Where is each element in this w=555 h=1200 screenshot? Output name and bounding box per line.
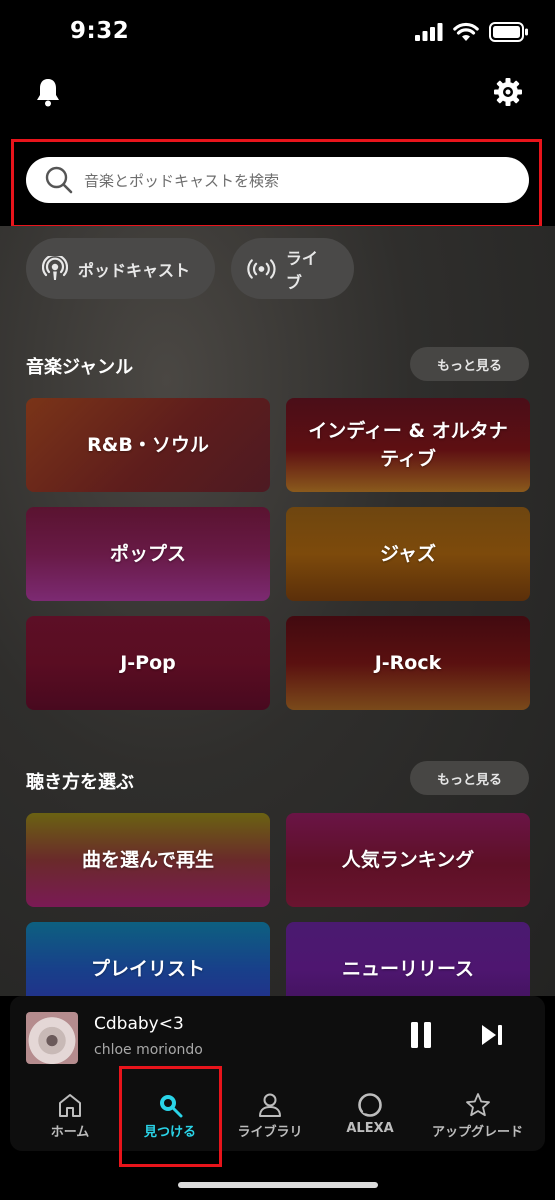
chip-podcast[interactable]: ポッドキャスト [26, 238, 215, 299]
home-icon [59, 1094, 81, 1117]
bell-icon [37, 79, 59, 107]
discover-content[interactable]: ポッドキャスト ライブ 音楽ジャンル もっと見る R&B・ソウル インディー &… [0, 226, 555, 996]
nav-discover-label: 見つける [143, 1125, 196, 1140]
listen-tile-ranking[interactable]: 人気ランキング [286, 813, 530, 907]
track-artist: chloe moriondo [94, 1042, 203, 1058]
chip-podcast-label: ポッドキャスト [78, 260, 191, 280]
genre-tile-indie[interactable]: インディー & オルタナティブ [286, 398, 530, 492]
genre-tile-rnb[interactable]: R&B・ソウル [26, 398, 270, 492]
alexa-icon [358, 1093, 382, 1117]
status-icons [415, 22, 529, 42]
next-track-button[interactable] [480, 1022, 504, 1048]
search-input[interactable]: 音楽とポッドキャストを検索 [26, 157, 529, 203]
search-icon [45, 166, 73, 194]
chip-live[interactable]: ライブ [231, 238, 354, 299]
track-title: Cdbaby<3 [94, 1014, 184, 1034]
album-art [26, 1012, 78, 1064]
wifi-icon [453, 22, 479, 41]
genre-tile-jpop[interactable]: J-Pop [26, 616, 270, 710]
nav-library-label: ライブラリ [237, 1125, 303, 1140]
live-icon [247, 258, 276, 279]
header: 音楽とポッドキャストを検索 [0, 66, 555, 226]
notifications-button[interactable] [32, 74, 64, 110]
person-icon [259, 1093, 281, 1117]
listen-tile-new-release[interactable]: ニューリリース [286, 922, 530, 996]
genres-more-button[interactable]: もっと見る [410, 347, 529, 381]
nav-alexa-label: ALEXA [346, 1121, 394, 1136]
nav-upgrade-label: アップグレード [431, 1125, 523, 1140]
settings-button[interactable] [491, 74, 525, 110]
star-icon [465, 1093, 490, 1117]
pause-button[interactable] [408, 1020, 434, 1050]
nav-home[interactable]: ホーム [20, 1086, 120, 1150]
gear-icon [494, 78, 522, 106]
battery-icon [489, 22, 528, 42]
listen-more-button[interactable]: もっと見る [410, 761, 529, 795]
nav-home-label: ホーム [50, 1125, 90, 1140]
genre-tile-jazz[interactable]: ジャズ [286, 507, 530, 601]
home-indicator[interactable] [178, 1182, 378, 1188]
nav-library[interactable]: ライブラリ [220, 1086, 320, 1150]
genres-section-title: 音楽ジャンル [26, 357, 134, 378]
status-time: 9:32 [70, 18, 130, 44]
search-placeholder: 音楽とポッドキャストを検索 [84, 171, 280, 190]
nav-upgrade[interactable]: アップグレード [420, 1086, 535, 1150]
bottom-nav: ホーム 見つける ライブラリ ALEXA アップグレード [0, 1086, 555, 1150]
status-bar: 9:32 [0, 0, 555, 66]
listen-tile-choose-play[interactable]: 曲を選んで再生 [26, 813, 270, 907]
genre-tile-jrock[interactable]: J-Rock [286, 616, 530, 710]
signal-icon [415, 23, 443, 41]
genre-tile-pops[interactable]: ポップス [26, 507, 270, 601]
listen-section-title: 聴き方を選ぶ [26, 772, 134, 793]
nav-discover[interactable]: 見つける [120, 1086, 220, 1150]
listen-tile-playlist[interactable]: プレイリスト [26, 922, 270, 996]
chip-live-label: ライブ [285, 248, 318, 292]
nav-alexa[interactable]: ALEXA [320, 1086, 420, 1150]
podcast-icon [42, 255, 68, 280]
search-icon [160, 1095, 183, 1118]
